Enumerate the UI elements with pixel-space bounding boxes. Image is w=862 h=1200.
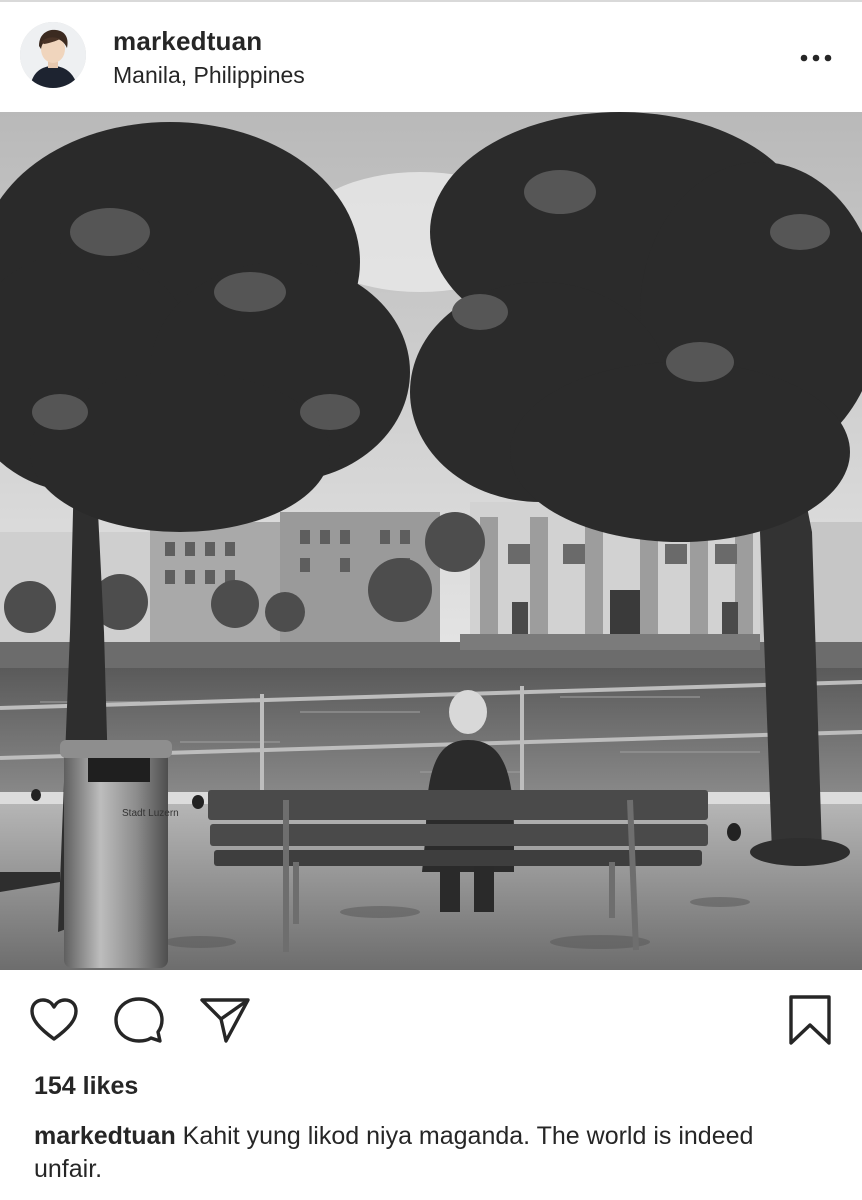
post-photo[interactable]: Stadt Luzern [0,112,862,970]
photo-illustration: Stadt Luzern [0,112,862,970]
paper-plane-icon [200,998,250,1043]
more-options-button[interactable] [790,38,842,78]
avatar[interactable] [20,22,86,88]
post-header: markedtuan Manila, Philippines [0,2,862,112]
likes-count[interactable]: 154 likes [34,1072,138,1101]
caption-username-link[interactable]: markedtuan [34,1122,176,1150]
comment-button[interactable] [111,992,167,1048]
location-link[interactable]: Manila, Philippines [113,62,305,89]
username-link[interactable]: markedtuan [113,26,262,57]
post-caption: markedtuan Kahit yung likod niya maganda… [34,1120,824,1186]
avatar-image [20,22,86,88]
bookmark-icon [789,995,831,1045]
comment-bubble-icon [114,997,164,1043]
heart-icon [30,998,78,1041]
share-button[interactable] [197,992,253,1048]
more-options-icon [800,54,832,62]
save-button[interactable] [782,992,838,1048]
post-action-bar [0,970,862,1070]
like-button[interactable] [26,992,82,1048]
bin-label: Stadt Luzern [122,808,179,819]
